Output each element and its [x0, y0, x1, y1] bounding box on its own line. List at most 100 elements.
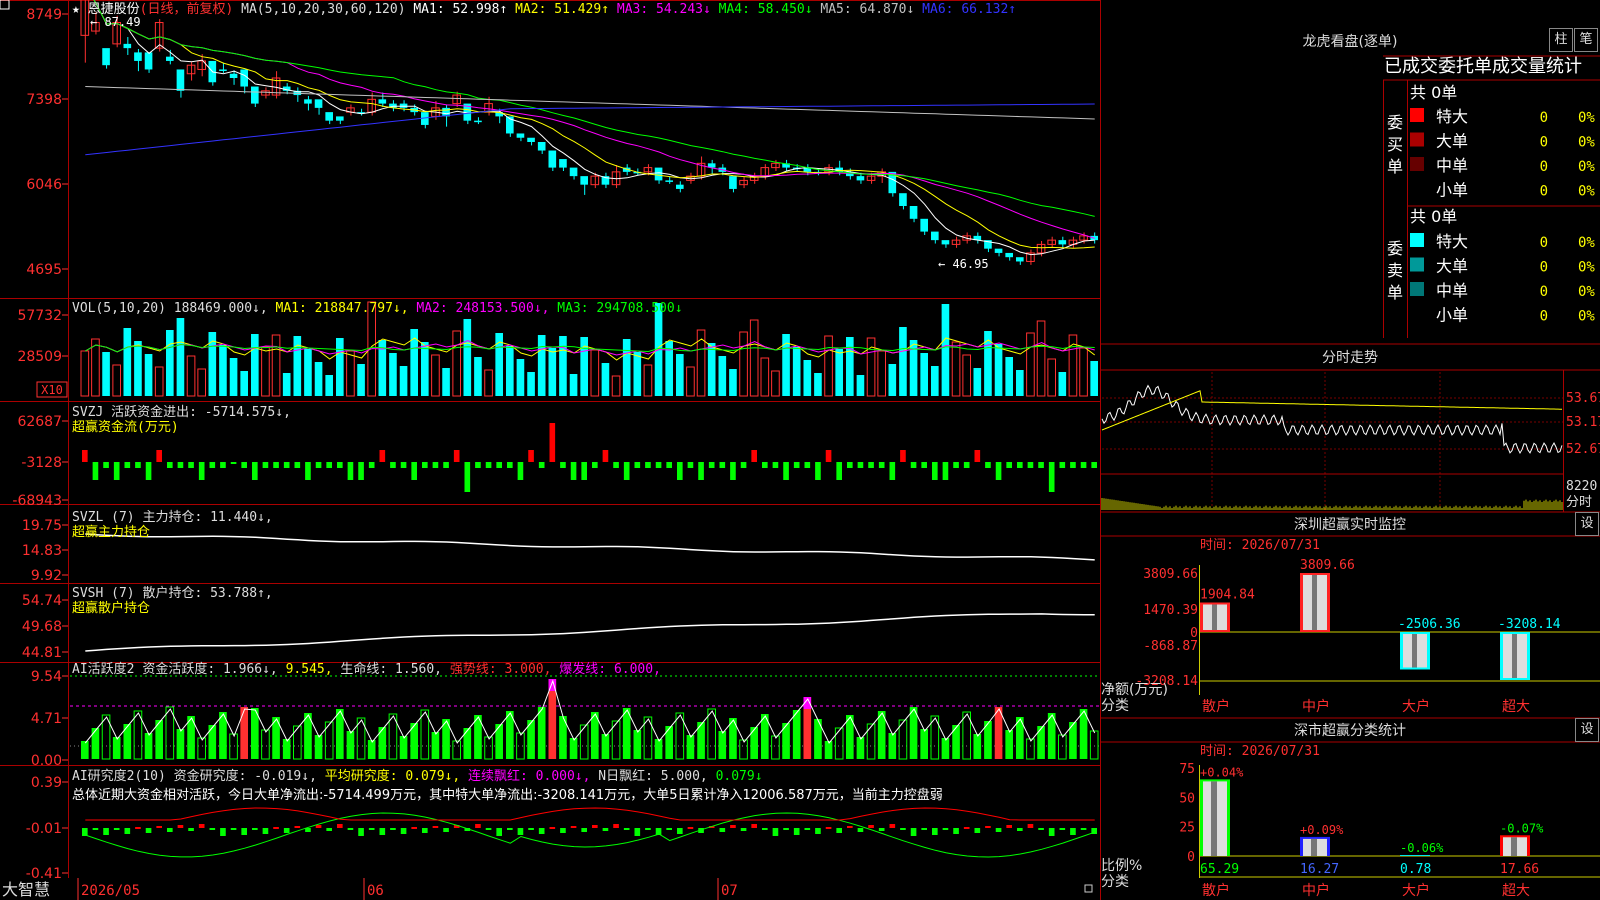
ai-active-bar [686, 735, 695, 759]
ai-research-bar [634, 828, 641, 836]
buy-row-count: 0 [1540, 135, 1548, 151]
ai-research-bar [570, 826, 577, 828]
ai-research-bar [793, 828, 800, 835]
kline-y-tick: 8749 [26, 7, 62, 23]
sz-class-settings-button[interactable]: 设 [1575, 718, 1599, 742]
svzj-bar [167, 462, 173, 468]
ai-active-bar [516, 732, 525, 760]
cls-bar-1 [1200, 779, 1230, 856]
tick-view-button[interactable]: 笔 [1574, 28, 1598, 52]
ai-research-bar [315, 825, 322, 828]
vol-bar [186, 355, 196, 397]
candle-down [676, 184, 684, 189]
kline-chart-area[interactable]: 8749 7398 6046 4695 ← 87.49 ← 46.95 ★ 恩捷股份(日线，… [0, 0, 1600, 900]
svzj-bar [910, 462, 917, 468]
ai-research-bar [496, 828, 502, 836]
ai-active-bar [633, 730, 642, 759]
vol-bar [271, 334, 281, 397]
svzl-y-tick: 19.75 [22, 518, 62, 534]
ai-research-bar [549, 827, 556, 829]
svzj-bar [581, 462, 587, 480]
ai-research-bar [400, 828, 407, 834]
sz-bar-shade [1512, 634, 1517, 678]
ai-research-bar [507, 828, 513, 830]
vol-bar [824, 335, 833, 397]
vol-bar [463, 319, 472, 396]
ai-research-bar [666, 828, 672, 830]
buy-row-swatch [1410, 108, 1424, 122]
svzj-bar [443, 462, 449, 468]
svzj-bar [411, 462, 417, 480]
bottom-axis-bg [0, 878, 1100, 900]
sz-cat-label: 超大 [1502, 699, 1530, 715]
ai-active-bar [909, 707, 918, 759]
vol-bar [1036, 320, 1046, 397]
ai-research-bar [825, 827, 832, 829]
ai-research-bar [847, 826, 853, 828]
buy-total: 共 0单 [1410, 83, 1457, 102]
vol-bar [325, 375, 333, 396]
bar-view-button[interactable]: 柱 [1549, 28, 1573, 52]
ai-active-bar [973, 734, 982, 759]
cls-cat-title: 分类 [1101, 874, 1129, 890]
svzj-bar [103, 462, 109, 468]
ai-research-bar [188, 828, 194, 831]
ai-research-bar [602, 828, 609, 831]
ai-research-bar [985, 826, 991, 828]
svzl-subtitle: 超赢主力持仓 [72, 524, 150, 540]
ai-active-bar [1005, 730, 1013, 759]
ai-active-bar [569, 738, 578, 759]
ai-active-bar [834, 727, 844, 760]
ai-research-bar [358, 828, 364, 836]
candle-down [665, 180, 673, 182]
vol-bar [888, 364, 897, 396]
sell-row-label: 大单 [1436, 257, 1468, 276]
sz-monitor-settings-button[interactable]: 设 [1575, 512, 1599, 536]
svzj-header: SVZJ 活跃资金进出: -5714.575↓, [72, 404, 291, 420]
ai-research-bar [932, 828, 938, 835]
ai-research-y-tick: -0.01 [26, 821, 62, 837]
lhb-title: 龙虎看盘(逐单) [1303, 33, 1398, 50]
buy-row-pct: 0% [1578, 135, 1595, 151]
intraday-price-line [1101, 384, 1563, 455]
svzj-bar [634, 462, 641, 468]
ai-research-bar [719, 828, 726, 832]
svzj-y-tick: -3128 [21, 455, 62, 471]
svzj-bar [283, 462, 290, 468]
svzl-header: SVZL (7) 主力持仓: 11.440↓, [72, 510, 273, 525]
cls-bar-3 [1400, 855, 1430, 856]
ai-research-bar [921, 828, 927, 830]
candle-down [537, 142, 546, 151]
svzj-bar [921, 462, 927, 468]
vol-bar [920, 353, 928, 396]
cls-bar-value: 0.78 [1400, 862, 1431, 877]
ai-active-y-tick: 0.00 [31, 753, 62, 769]
ai-active-bar [463, 728, 472, 759]
svzj-bar [900, 450, 906, 462]
svzj-bar [188, 462, 194, 468]
ai-active-bar [112, 737, 121, 759]
svzj-bar [740, 462, 747, 468]
vol-bar [771, 370, 780, 397]
vol-bar [856, 375, 865, 396]
svzj-bar [252, 462, 258, 480]
svzj-bar [932, 462, 938, 480]
svzj-bar [995, 462, 1002, 480]
svzj-bar [666, 462, 672, 468]
sz-bar-label: 3809.66 [1300, 558, 1355, 573]
svzj-y-tick: -68943 [12, 493, 62, 509]
vol-bar [176, 318, 185, 396]
intraday-unit: 分时 [1566, 495, 1592, 510]
ai-research-bar [273, 827, 279, 829]
svzj-bar [719, 462, 726, 468]
svzj-bar [92, 462, 99, 480]
ai-active-bar [431, 732, 440, 759]
candle-down [909, 206, 918, 219]
candle-down [378, 99, 387, 104]
vol-bar [112, 364, 121, 397]
svzj-bar [1006, 462, 1012, 468]
ai-research-bar [1059, 828, 1066, 830]
vol-bar [994, 344, 1003, 396]
svzj-bar [177, 462, 184, 468]
vol-bar [123, 328, 132, 396]
